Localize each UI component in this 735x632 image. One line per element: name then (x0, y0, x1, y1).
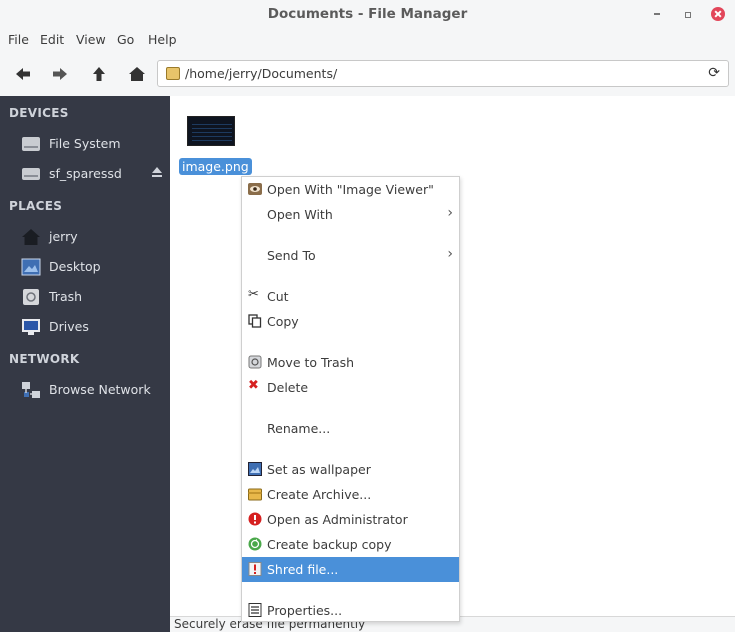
close-button[interactable] (711, 7, 725, 21)
arrow-right-icon (53, 68, 67, 80)
up-button[interactable] (88, 64, 110, 84)
menu-item-send-to[interactable]: Send To › (242, 243, 459, 268)
menu-item-rename[interactable]: Rename... (242, 416, 459, 441)
home-button[interactable] (126, 64, 148, 84)
menu-item-label: Properties... (267, 603, 343, 618)
trash-icon (248, 355, 262, 369)
sidebar-item-label: Drives (49, 319, 89, 334)
menu-item-label: Copy (267, 314, 299, 329)
minimize-button[interactable] (650, 7, 664, 21)
title-bar: Documents - File Manager (0, 0, 735, 28)
sidebar-item-browse-network[interactable]: Browse Network (0, 377, 170, 403)
menu-item-label: Move to Trash (267, 355, 355, 370)
arrow-up-icon (93, 67, 105, 81)
menu-item-open-with[interactable]: Open With › (242, 202, 459, 227)
delete-icon: ✖ (248, 378, 259, 393)
menu-item-label: Shred file... (267, 562, 339, 577)
menu-item-create-archive[interactable]: Create Archive... (242, 482, 459, 507)
backup-icon (248, 537, 262, 551)
sidebar-item-label: Browse Network (49, 382, 151, 397)
image-viewer-icon (248, 183, 262, 195)
arrow-left-icon (16, 68, 30, 80)
properties-icon (248, 603, 262, 617)
scissors-icon: ✂ (248, 287, 259, 302)
shred-icon (248, 562, 262, 576)
sidebar-item-label: jerry (49, 229, 78, 244)
sidebar-item-jerry[interactable]: jerry (0, 224, 170, 250)
maximize-button[interactable] (680, 7, 694, 21)
sidebar-item-sf-sparessd[interactable]: sf_sparessd (0, 161, 170, 187)
drive-icon (22, 168, 40, 180)
chevron-right-icon: › (447, 246, 453, 262)
menu-bar: File Edit View Go Help (0, 28, 735, 52)
folder-icon (166, 67, 180, 80)
trash-icon (23, 289, 39, 305)
devices-heading: DEVICES (9, 106, 69, 120)
menu-item-label: Rename... (267, 421, 331, 436)
menu-item-label: Cut (267, 289, 289, 304)
menu-item-cut[interactable]: ✂ Cut (242, 284, 459, 309)
window-title: Documents - File Manager (267, 6, 468, 22)
menu-item-create-backup-copy[interactable]: Create backup copy (242, 532, 459, 557)
menu-item-label: Open as Administrator (267, 512, 408, 527)
menu-go[interactable]: Go (117, 32, 134, 47)
menu-item-label: Create Archive... (267, 487, 372, 502)
menu-item-label: Delete (267, 380, 309, 395)
network-heading: NETWORK (9, 352, 80, 366)
menu-item-label: Open With (267, 207, 333, 222)
sidebar-item-file-system[interactable]: File System (0, 131, 170, 157)
menu-item-label: Create backup copy (267, 537, 392, 552)
home-icon (129, 67, 145, 81)
network-icon (22, 382, 40, 398)
menu-item-open-with-image-viewer[interactable]: Open With "Image Viewer" (242, 177, 459, 202)
sidebar-item-trash[interactable]: Trash (0, 284, 170, 310)
archive-icon (248, 488, 262, 501)
sidebar-item-label: Trash (49, 289, 83, 304)
eject-icon[interactable] (152, 167, 162, 177)
desktop-icon (21, 258, 41, 276)
menu-item-open-as-administrator[interactable]: Open as Administrator (242, 507, 459, 532)
menu-item-label: Open With "Image Viewer" (267, 182, 434, 197)
menu-item-properties[interactable]: Properties... (242, 598, 459, 623)
admin-icon (248, 512, 262, 526)
sidebar-item-desktop[interactable]: Desktop (0, 254, 170, 280)
menu-item-label: Send To (267, 248, 316, 263)
menu-item-label: Set as wallpaper (267, 462, 371, 477)
menu-help[interactable]: Help (148, 32, 177, 47)
home-icon (22, 229, 40, 245)
menu-item-copy[interactable]: Copy (242, 309, 459, 334)
sidebar: DEVICES File System sf_sparessd PLACES j… (0, 96, 170, 632)
location-path[interactable]: /home/jerry/Documents/ (185, 66, 337, 81)
places-heading: PLACES (9, 199, 63, 213)
forward-button[interactable] (49, 64, 71, 84)
menu-item-delete[interactable]: ✖ Delete (242, 375, 459, 400)
monitor-icon (22, 319, 40, 335)
wallpaper-icon (248, 462, 262, 476)
context-menu: Open With "Image Viewer" Open With › Sen… (241, 176, 460, 622)
menu-edit[interactable]: Edit (40, 32, 64, 47)
sidebar-item-drives[interactable]: Drives (0, 314, 170, 340)
menu-item-shred-file[interactable]: Shred file... (242, 557, 459, 582)
sidebar-item-label: File System (49, 136, 121, 151)
sidebar-item-label: sf_sparessd (49, 166, 122, 181)
menu-item-move-to-trash[interactable]: Move to Trash (242, 350, 459, 375)
reload-icon[interactable]: ⟳ (708, 65, 720, 81)
back-button[interactable] (12, 64, 34, 84)
copy-icon (248, 314, 262, 328)
location-bar[interactable]: /home/jerry/Documents/ ⟳ (157, 60, 729, 87)
chevron-right-icon: › (447, 205, 453, 221)
harddisk-icon (22, 137, 40, 151)
menu-view[interactable]: View (76, 32, 106, 47)
menu-file[interactable]: File (8, 32, 29, 47)
file-thumbnail[interactable] (187, 116, 235, 146)
sidebar-item-label: Desktop (49, 259, 101, 274)
file-name-label[interactable]: image.png (179, 158, 252, 175)
menu-item-set-as-wallpaper[interactable]: Set as wallpaper (242, 457, 459, 482)
